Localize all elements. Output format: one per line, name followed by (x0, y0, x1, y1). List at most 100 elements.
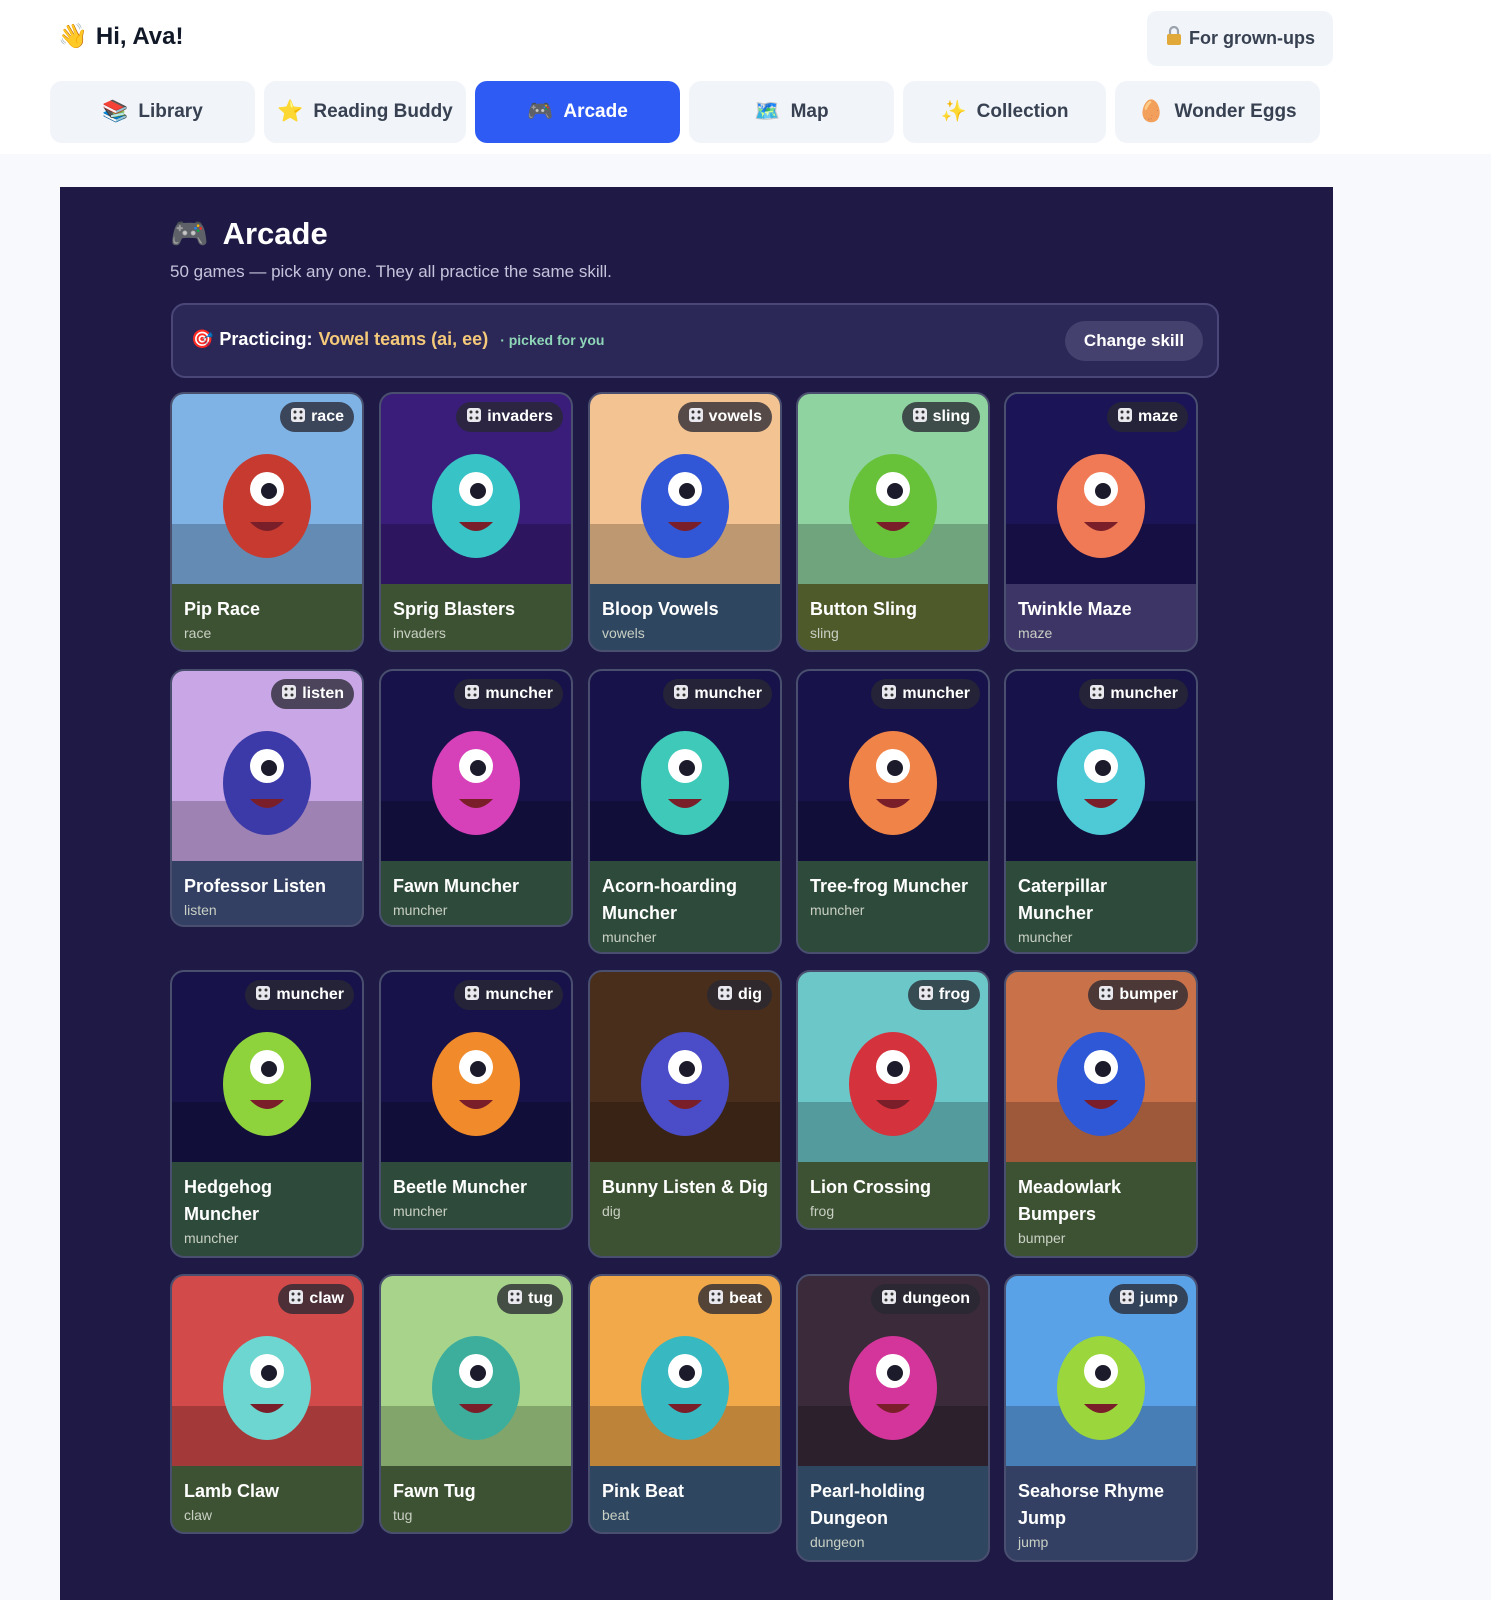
tab-label: Arcade (563, 101, 628, 122)
game-card[interactable]: frog Lion Crossing frog (796, 970, 990, 1230)
badge-label: maze (1137, 408, 1178, 425)
game-name: Bunny Listen & Dig (602, 1177, 768, 1197)
tab-arcade[interactable]: 🎮 Arcade (475, 81, 680, 143)
badge-label: muncher (485, 986, 553, 1003)
game-card[interactable]: jump Seahorse Rhyme Jump jump (1004, 1274, 1198, 1562)
game-name: Fawn Tug (393, 1481, 476, 1501)
badge-label: tug (528, 1290, 553, 1307)
tab-library[interactable]: 📚 Library (50, 81, 255, 143)
art-creature-pupil (470, 1365, 486, 1381)
game-card[interactable]: muncher Beetle Muncher muncher (379, 970, 573, 1230)
game-card[interactable]: dungeon Pearl-holding Dungeon dungeon (796, 1274, 990, 1562)
dice-icon (288, 1289, 304, 1310)
game-card[interactable]: muncher Caterpillar Muncher muncher (1004, 669, 1198, 954)
tab-label: Wonder Eggs (1174, 101, 1297, 122)
game-type: sling (810, 625, 839, 641)
game-card[interactable]: muncher Fawn Muncher muncher (379, 669, 573, 927)
game-type: listen (184, 902, 217, 918)
game-info: Pink Beat beat (590, 1466, 780, 1532)
art-creature-pupil (470, 760, 486, 776)
game-card[interactable]: muncher Acorn-hoarding Muncher muncher (588, 669, 782, 954)
badge-label: listen (302, 685, 344, 702)
game-card[interactable]: claw Lamb Claw claw (170, 1274, 364, 1534)
badge-label: beat (729, 1290, 762, 1307)
game-card[interactable]: tug Fawn Tug tug (379, 1274, 573, 1534)
grownups-label: For grown-ups (1189, 28, 1315, 48)
wave-icon: 👋 (58, 23, 88, 50)
art-creature-pupil (887, 1365, 903, 1381)
game-type: muncher (602, 929, 657, 945)
tab-reading-buddy[interactable]: ⭐ Reading Buddy (264, 81, 466, 143)
game-type: invaders (393, 625, 446, 641)
game-type-badge: claw (278, 1284, 354, 1314)
game-info: Twinkle Maze maze (1006, 584, 1196, 650)
game-card[interactable]: vowels Bloop Vowels vowels (588, 392, 782, 652)
game-name: Beetle Muncher (393, 1177, 528, 1197)
game-card[interactable]: maze Twinkle Maze maze (1004, 392, 1198, 652)
game-name: Hedgehog Muncher (184, 1177, 272, 1224)
target-icon: 🎯 (191, 329, 214, 349)
game-card[interactable]: muncher Tree-frog Muncher muncher (796, 669, 990, 954)
game-card[interactable]: beat Pink Beat beat (588, 1274, 782, 1534)
game-type-badge: muncher (663, 679, 772, 709)
game-card[interactable]: listen Professor Listen listen (170, 669, 364, 927)
game-info: Sprig Blasters invaders (381, 584, 571, 650)
badge-label: dungeon (902, 1290, 970, 1307)
art-creature-pupil (1095, 483, 1111, 499)
art-creature-pupil (261, 1365, 277, 1381)
game-type-badge: muncher (245, 980, 354, 1010)
game-info: Bloop Vowels vowels (590, 584, 780, 650)
gamepad-icon: 🎮 (527, 100, 554, 123)
dice-icon (281, 684, 297, 705)
practice-skill: Vowel teams (ai, ee) (318, 329, 489, 349)
game-card[interactable]: muncher Hedgehog Muncher muncher (170, 970, 364, 1258)
game-type-badge: muncher (871, 679, 980, 709)
game-name: Lion Crossing (810, 1177, 931, 1197)
gamepad-icon: 🎮 (170, 216, 209, 251)
game-type: dungeon (810, 1534, 865, 1550)
change-skill-button[interactable]: Change skill (1065, 321, 1203, 361)
tab-collection[interactable]: ✨ Collection (903, 81, 1106, 143)
game-name: Button Sling (810, 599, 917, 619)
arcade-subtitle: 50 games — pick any one. They all practi… (170, 262, 612, 281)
game-name: Professor Listen (184, 876, 327, 896)
game-card[interactable]: sling Button Sling sling (796, 392, 990, 652)
dice-icon (918, 985, 934, 1006)
tab-map[interactable]: 🗺️ Map (689, 81, 894, 143)
game-info: Hedgehog Muncher muncher (172, 1162, 362, 1256)
game-card[interactable]: bumper Meadowlark Bumpers bumper (1004, 970, 1198, 1258)
game-type-badge: dig (707, 980, 772, 1010)
picked-note: · picked for you (500, 331, 605, 348)
books-icon: 📚 (102, 100, 129, 123)
game-info: Pip Race race (172, 584, 362, 650)
dice-icon (688, 407, 704, 428)
badge-label: bumper (1119, 986, 1178, 1003)
tab-wonder-eggs[interactable]: 🥚 Wonder Eggs (1115, 81, 1320, 143)
game-type: frog (810, 1203, 835, 1219)
art-creature-pupil (679, 483, 695, 499)
game-info: Acorn-hoarding Muncher muncher (590, 861, 780, 952)
game-name: Pink Beat (602, 1481, 685, 1501)
game-card[interactable]: invaders Sprig Blasters invaders (379, 392, 573, 652)
art-creature-pupil (1095, 760, 1111, 776)
game-type: race (184, 625, 212, 641)
grownups-button[interactable]: For grown-ups (1147, 11, 1333, 66)
game-type-badge: beat (698, 1284, 772, 1314)
game-card[interactable]: dig Bunny Listen & Dig dig (588, 970, 782, 1258)
game-type: vowels (602, 625, 645, 641)
game-type-badge: frog (907, 980, 980, 1010)
game-info: Fawn Muncher muncher (381, 861, 571, 925)
art-creature-pupil (1095, 1365, 1111, 1381)
map-icon: 🗺️ (754, 100, 781, 123)
game-name: Lamb Claw (184, 1481, 280, 1501)
art-creature-pupil (1095, 1061, 1111, 1077)
game-type-badge: vowels (677, 402, 772, 432)
dice-icon (1119, 1289, 1135, 1310)
game-card[interactable]: race Pip Race race (170, 392, 364, 652)
badge-label: jump (1139, 1290, 1178, 1307)
arcade-title-text: Arcade (222, 215, 328, 251)
game-type-badge: muncher (454, 679, 563, 709)
game-name: Tree-frog Muncher (810, 876, 969, 896)
art-creature-pupil (887, 1061, 903, 1077)
art-creature-pupil (470, 483, 486, 499)
